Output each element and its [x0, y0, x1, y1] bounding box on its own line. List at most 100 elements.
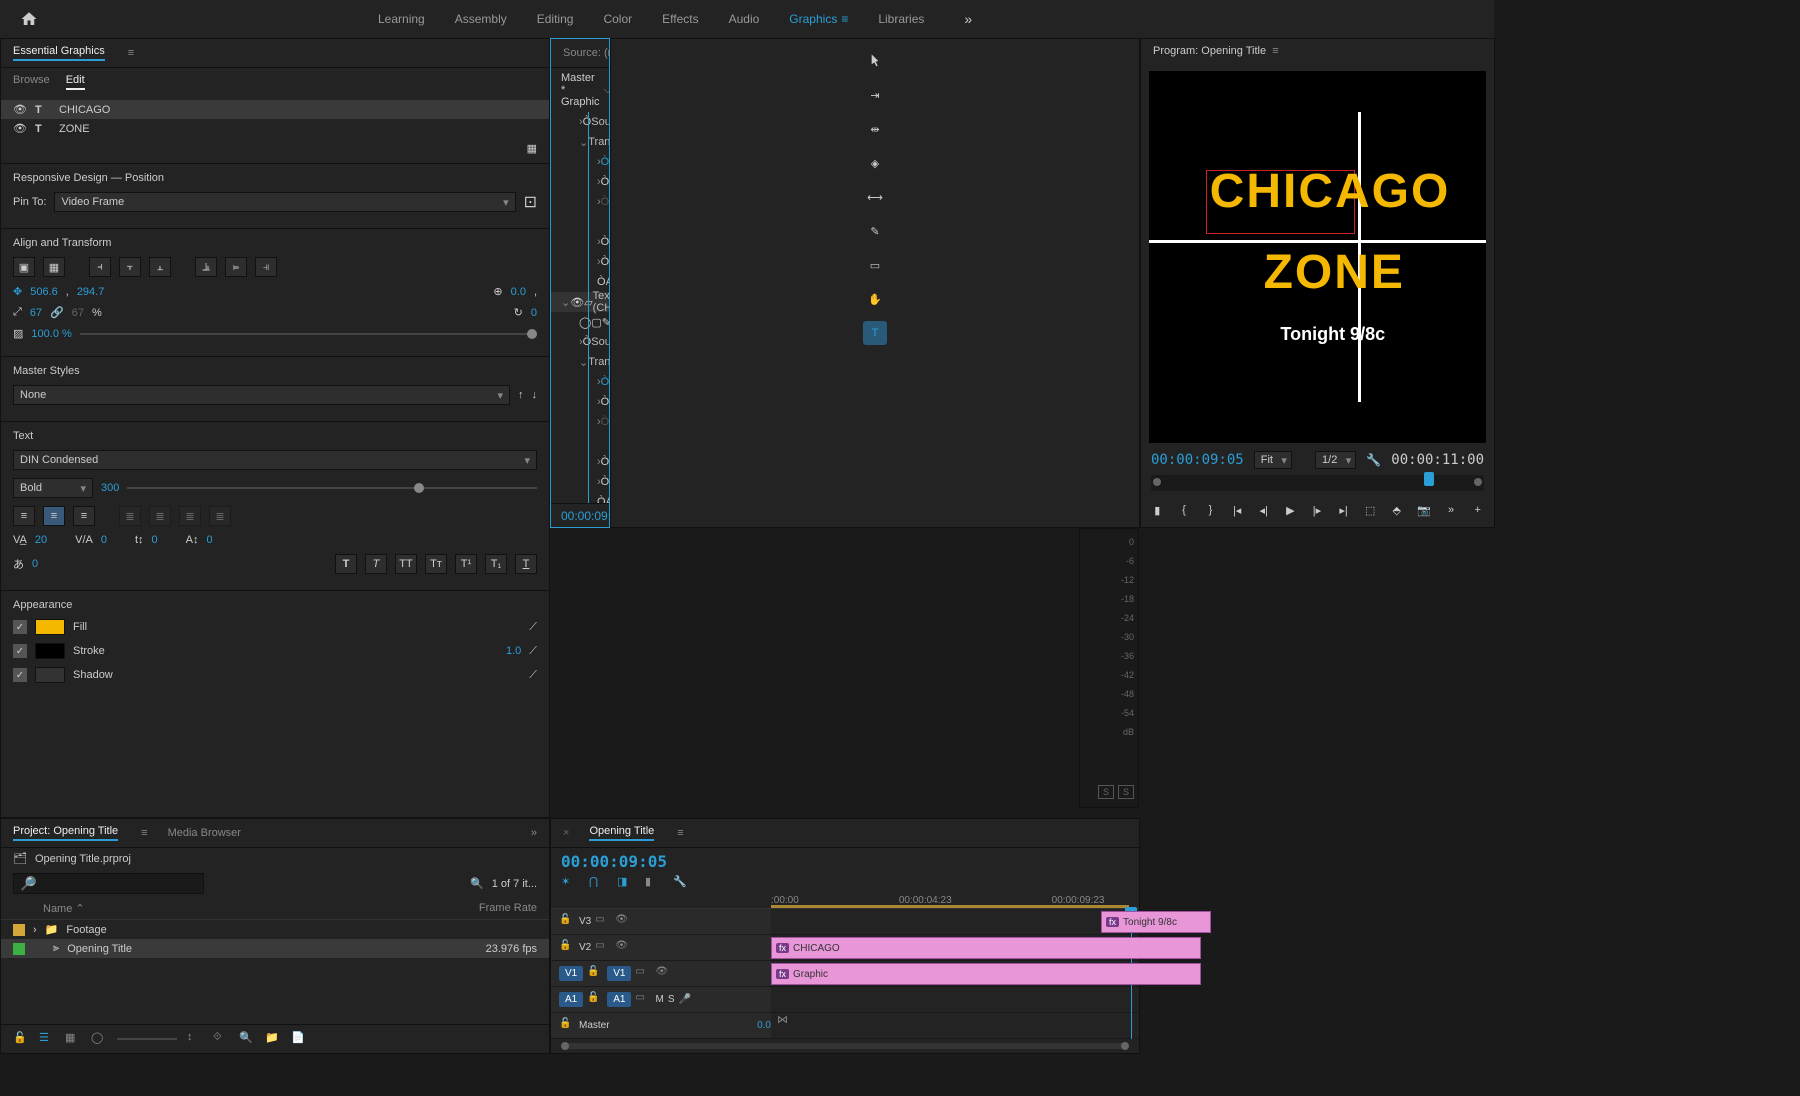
toggle-sync-icon[interactable]: ▭: [635, 966, 651, 982]
track-master[interactable]: 🔓Master0.0 ⋈: [551, 1013, 1139, 1039]
justify-left-button[interactable]: ≣: [119, 506, 141, 526]
workspace-assembly[interactable]: Assembly: [455, 12, 507, 26]
stopwatch-icon[interactable]: Ò: [601, 156, 609, 168]
leading-val[interactable]: 0: [152, 534, 158, 546]
panel-menu-icon[interactable]: ≡: [677, 827, 683, 839]
pen-mask-icon[interactable]: ✎: [602, 316, 609, 329]
lock-icon[interactable]: 🔓: [559, 1018, 575, 1034]
twirl-icon[interactable]: ›: [33, 924, 37, 936]
slip-tool[interactable]: ⟷: [863, 185, 887, 209]
overflow-icon[interactable]: »: [964, 11, 972, 27]
master-level[interactable]: 0.0: [757, 1020, 771, 1031]
pull-style-icon[interactable]: ↓: [532, 389, 538, 401]
panel-menu-icon[interactable]: ≡: [141, 827, 147, 839]
keyframe-icon[interactable]: ⋈: [777, 1013, 788, 1038]
track-select-tool[interactable]: ⇥: [863, 83, 887, 107]
align-right-button[interactable]: ⫠: [149, 257, 171, 277]
eye-icon[interactable]: 👁: [570, 296, 584, 309]
workspace-libraries[interactable]: Libraries: [878, 12, 924, 26]
stopwatch-icon[interactable]: Ò: [601, 456, 609, 468]
align-left-text-button[interactable]: ≡: [13, 506, 35, 526]
settings-icon[interactable]: 🔧: [673, 875, 691, 893]
title-text-zone[interactable]: ZONE: [1264, 245, 1405, 300]
zoom-dropdown[interactable]: Fit: [1254, 451, 1292, 469]
align-vcenter-button[interactable]: ⫢: [225, 257, 247, 277]
subscript-button[interactable]: T₁: [485, 554, 507, 574]
tsume-val[interactable]: 0: [32, 558, 38, 570]
align-center-text-button[interactable]: ≡: [43, 506, 65, 526]
title-text-chicago[interactable]: CHICAGO: [1210, 164, 1451, 219]
stopwatch-icon[interactable]: Ò: [583, 336, 592, 348]
button-editor-button[interactable]: +: [1471, 501, 1484, 519]
eg-scale[interactable]: 67: [30, 307, 42, 319]
ellipse-mask-icon[interactable]: ◯: [579, 316, 591, 329]
workspace-color[interactable]: Color: [603, 12, 632, 26]
freeform-view-icon[interactable]: ◯: [91, 1031, 107, 1047]
mark-in-button[interactable]: {: [1178, 501, 1191, 519]
solo-right-button[interactable]: S: [1118, 785, 1134, 799]
small-caps-button[interactable]: Tᴛ: [425, 554, 447, 574]
program-viewer[interactable]: CHICAGO ZONE Tonight 9/8c: [1149, 71, 1486, 443]
stopwatch-icon[interactable]: Ò: [601, 256, 609, 268]
toggle-sync-icon[interactable]: ▭: [595, 940, 611, 956]
eyedropper-icon[interactable]: ⟋: [529, 645, 537, 658]
align-left-button[interactable]: ⫞: [89, 257, 111, 277]
workspace-audio[interactable]: Audio: [729, 12, 760, 26]
voiceover-icon[interactable]: 🎤: [678, 994, 690, 1005]
toggle-sync-icon[interactable]: ▭: [595, 914, 611, 930]
justify-all-button[interactable]: ≣: [209, 506, 231, 526]
snap-icon[interactable]: ⋂: [589, 875, 607, 893]
marker-icon[interactable]: ▮: [645, 875, 663, 893]
go-to-in-button[interactable]: |◂: [1231, 501, 1244, 519]
stroke-checkbox[interactable]: ✓: [13, 644, 27, 658]
eg-layer-zone[interactable]: 👁TZONE: [1, 119, 549, 138]
lock-icon[interactable]: 🔓: [587, 992, 603, 1008]
push-style-icon[interactable]: ↑: [518, 389, 524, 401]
automate-icon[interactable]: ⟐: [213, 1031, 229, 1047]
new-item-icon[interactable]: 📄: [291, 1031, 307, 1047]
eg-opacity[interactable]: 100.0 %: [31, 328, 71, 340]
track-v3[interactable]: 🔓V3▭👁: [551, 909, 1139, 935]
play-button[interactable]: ▶: [1284, 501, 1297, 519]
align-to-selection-button[interactable]: ▦: [43, 257, 65, 277]
home-icon[interactable]: [20, 10, 38, 28]
solo-left-button[interactable]: S: [1098, 785, 1114, 799]
lift-button[interactable]: ⬚: [1364, 501, 1377, 519]
stopwatch-icon[interactable]: Ò: [601, 396, 609, 408]
align-bottom-button[interactable]: ⫣: [255, 257, 277, 277]
workspace-editing[interactable]: Editing: [537, 12, 574, 26]
clip-tonight[interactable]: fxTonight 9/8c: [1101, 911, 1211, 933]
pen-tool[interactable]: ✎: [863, 219, 887, 243]
baseline-val[interactable]: 0: [207, 534, 213, 546]
type-tool[interactable]: T: [863, 321, 887, 345]
toggle-sync-icon[interactable]: ▭: [635, 992, 651, 1008]
project-item-footage[interactable]: › 📁 Footage: [1, 920, 549, 939]
stopwatch-icon[interactable]: Ò: [597, 496, 606, 503]
sequence-tab[interactable]: Opening Title: [589, 825, 654, 841]
tracking-val[interactable]: 20: [35, 534, 47, 546]
eg-layer-chicago[interactable]: 👁TCHICAGO: [1, 100, 549, 119]
name-column-header[interactable]: Name ⌃: [43, 902, 479, 915]
rect-mask-icon[interactable]: ▢: [591, 316, 601, 329]
extract-button[interactable]: ⬘: [1390, 501, 1403, 519]
workspace-effects[interactable]: Effects: [662, 12, 698, 26]
framerate-column-header[interactable]: Frame Rate: [479, 902, 537, 915]
twirl-icon[interactable]: ⌄: [579, 356, 588, 369]
source-patch[interactable]: A1: [559, 992, 583, 1007]
eg-pos-x[interactable]: 506.6: [30, 286, 58, 298]
selection-tool[interactable]: [863, 49, 887, 73]
eye-icon[interactable]: 👁: [615, 940, 631, 956]
lock-icon[interactable]: 🔓: [559, 940, 575, 956]
export-frame-button[interactable]: 📷: [1417, 501, 1431, 519]
solo-button[interactable]: S: [668, 994, 675, 1005]
pin-widget-icon[interactable]: ⊡: [524, 192, 537, 212]
track-target[interactable]: V1: [607, 966, 631, 981]
icon-view-icon[interactable]: ▦: [65, 1031, 81, 1047]
stopwatch-icon[interactable]: Ò: [601, 476, 609, 488]
stroke-swatch[interactable]: [35, 643, 65, 659]
clip-chicago[interactable]: fxCHICAGO: [771, 937, 1201, 959]
clip-graphic[interactable]: fxGraphic: [771, 963, 1201, 985]
panel-menu-icon[interactable]: ≡: [1272, 45, 1278, 57]
stopwatch-icon[interactable]: Ò: [597, 276, 606, 288]
font-weight-dropdown[interactable]: Bold: [13, 478, 93, 498]
